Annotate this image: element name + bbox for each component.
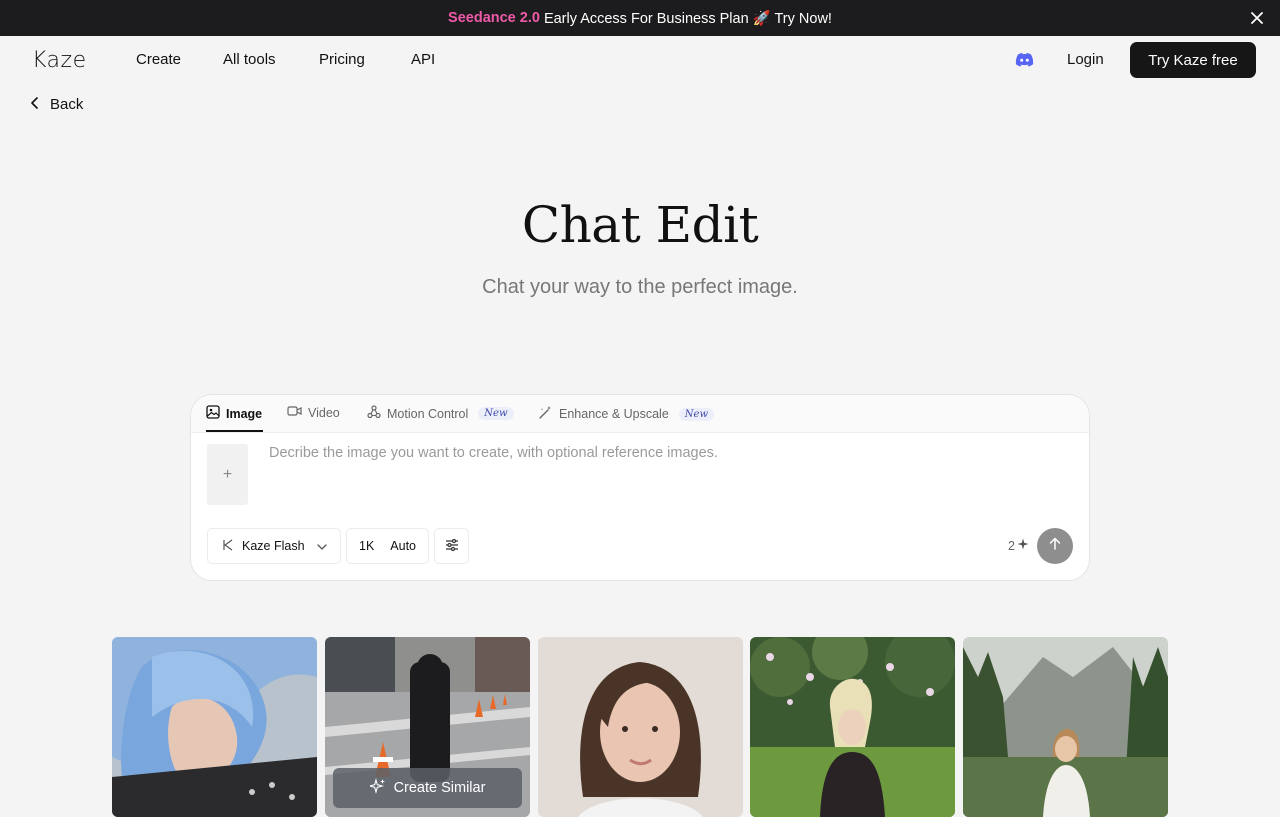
gallery-image-garden[interactable] bbox=[750, 637, 955, 817]
resolution-label: 1K bbox=[359, 539, 375, 553]
tab-image[interactable]: Image bbox=[206, 405, 262, 422]
gallery-image-portrait[interactable] bbox=[538, 637, 743, 817]
aspect-label: Auto bbox=[390, 539, 417, 553]
new-badge: New bbox=[678, 407, 715, 421]
tab-motion-control[interactable]: Motion Control New bbox=[367, 405, 514, 422]
sparkles-icon bbox=[367, 777, 386, 798]
nav-create[interactable]: Create bbox=[136, 51, 181, 68]
arrow-up-icon bbox=[1049, 537, 1061, 555]
announcement-banner[interactable]: Seedance 2.0 Early Access For Business P… bbox=[0, 0, 1280, 36]
tab-enhance-upscale[interactable]: Enhance & Upscale New bbox=[538, 405, 715, 423]
gallery-image-blue-hair[interactable] bbox=[112, 637, 317, 817]
gallery-image-street[interactable]: Create Similar bbox=[325, 637, 530, 817]
credit-count: 2 bbox=[1008, 538, 1015, 553]
mode-tabs: Image Video Motion Control New Enhance &… bbox=[191, 395, 1089, 433]
sparkle-icon bbox=[1017, 538, 1029, 553]
create-similar-label: Create Similar bbox=[393, 780, 486, 796]
nav-all-tools[interactable]: All tools bbox=[223, 51, 276, 68]
model-selector[interactable]: Kaze Flash bbox=[207, 528, 341, 564]
back-label: Back bbox=[50, 96, 84, 113]
nav-pricing[interactable]: Pricing bbox=[319, 51, 365, 68]
page-subtitle: Chat your way to the perfect image. bbox=[482, 276, 798, 298]
login-link[interactable]: Login bbox=[1067, 51, 1104, 68]
video-icon bbox=[287, 405, 302, 420]
close-icon[interactable] bbox=[1248, 9, 1266, 27]
back-button[interactable]: Back bbox=[30, 96, 83, 113]
tab-motion-label: Motion Control bbox=[387, 406, 469, 421]
create-similar-button[interactable]: Create Similar bbox=[333, 768, 522, 808]
add-reference-button[interactable]: + bbox=[207, 444, 248, 505]
chevron-down-icon bbox=[316, 539, 327, 553]
top-nav: Kaze Create All tools Pricing API Login … bbox=[0, 36, 1280, 84]
tab-video[interactable]: Video bbox=[287, 405, 340, 420]
discord-icon[interactable] bbox=[1015, 52, 1034, 68]
active-tab-indicator bbox=[206, 430, 263, 432]
new-badge: New bbox=[478, 407, 514, 420]
settings-button[interactable] bbox=[434, 528, 469, 564]
motion-icon bbox=[367, 405, 381, 422]
size-selector[interactable]: 1K Auto bbox=[346, 528, 429, 564]
banner-text: Early Access For Business Plan 🚀 Try Now… bbox=[543, 10, 832, 27]
credit-cost: 2 bbox=[1008, 538, 1029, 553]
kaze-logo-icon bbox=[222, 539, 234, 554]
magic-wand-icon bbox=[538, 405, 553, 423]
tab-video-label: Video bbox=[308, 405, 340, 420]
gallery-image-mountain[interactable] bbox=[963, 637, 1168, 817]
image-icon bbox=[206, 405, 220, 422]
send-button[interactable] bbox=[1037, 528, 1073, 564]
tab-image-label: Image bbox=[226, 406, 263, 421]
banner-highlight: Seedance 2.0 bbox=[448, 10, 540, 26]
plus-icon: + bbox=[222, 465, 233, 483]
logo[interactable]: Kaze bbox=[32, 48, 87, 73]
nav-api[interactable]: API bbox=[411, 51, 435, 68]
prompt-composer: Image Video Motion Control New Enhance &… bbox=[190, 394, 1090, 581]
chevron-left-icon bbox=[30, 96, 40, 113]
sliders-icon bbox=[445, 538, 459, 554]
prompt-input[interactable] bbox=[269, 445, 1059, 505]
try-free-button[interactable]: Try Kaze free bbox=[1130, 42, 1256, 78]
page-title: Chat Edit bbox=[521, 196, 759, 254]
model-label: Kaze Flash bbox=[242, 539, 305, 553]
tab-enhance-label: Enhance & Upscale bbox=[559, 407, 669, 421]
